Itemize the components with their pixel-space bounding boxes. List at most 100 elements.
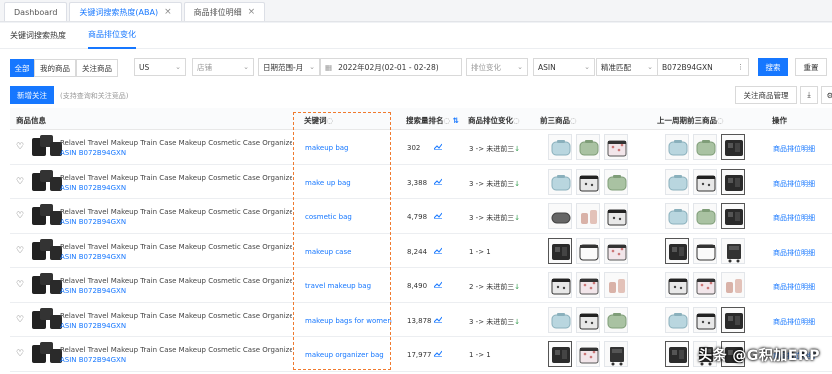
black-case-icon[interactable] [548, 341, 572, 367]
trend-chart-icon[interactable] [433, 247, 443, 254]
close-icon[interactable]: × [248, 7, 256, 17]
grey-pouch-icon[interactable] [548, 203, 572, 229]
light-blue-bag-icon[interactable] [665, 203, 689, 229]
keyword-link[interactable]: cosmetic bag [305, 213, 352, 221]
search-input[interactable]: B072B94GXN ⋮ [657, 58, 749, 76]
search-button[interactable]: 搜索 [758, 58, 788, 76]
heart-icon[interactable]: ♡ [16, 212, 24, 221]
rank-detail-link[interactable]: 商品排位明细 [773, 179, 815, 189]
heart-icon[interactable]: ♡ [16, 281, 24, 290]
product-name[interactable]: Relavel Travel Makeup Train Case Makeup … [60, 139, 292, 147]
black-trolley-icon[interactable] [604, 341, 628, 367]
black-case-icon[interactable] [721, 168, 745, 195]
green-bag-icon[interactable] [604, 306, 628, 333]
white-case-icon[interactable] [576, 237, 600, 264]
black-case-icon[interactable] [548, 237, 572, 264]
scope-button[interactable]: 我的商品 [34, 59, 76, 77]
keyword-link[interactable]: makeup organizer bag [305, 351, 384, 359]
new-follow-button[interactable]: 新增关注 [10, 86, 54, 104]
pink-pattern-bag-icon[interactable] [576, 272, 600, 298]
pink-set-icon[interactable] [576, 203, 600, 229]
reset-button[interactable]: 重置 [795, 58, 827, 76]
trend-chart-icon[interactable] [433, 281, 443, 288]
green-bag-icon[interactable] [576, 134, 600, 160]
black-case-icon[interactable] [721, 203, 745, 229]
trend-chart-icon[interactable] [433, 178, 443, 185]
download-icon[interactable]: ⤓ [800, 86, 818, 104]
heart-icon[interactable]: ♡ [16, 315, 24, 324]
product-asin[interactable]: ASIN B072B94GXN [60, 287, 126, 295]
page-tab[interactable]: Dashboard [4, 2, 68, 21]
heart-icon[interactable]: ♡ [16, 350, 24, 359]
product-name[interactable]: Relavel Travel Makeup Train Case Makeup … [60, 346, 292, 354]
pink-set-icon[interactable] [721, 272, 745, 298]
trend-chart-icon[interactable] [433, 212, 443, 219]
marketplace-select[interactable]: US ⌄ [134, 58, 186, 76]
match-type-select[interactable]: 精准匹配 ⌄ [596, 58, 658, 76]
heart-icon[interactable]: ♡ [16, 246, 24, 255]
shop-select[interactable]: 店铺 ⌄ [192, 58, 254, 76]
pink-set-icon[interactable] [604, 272, 628, 298]
black-pattern-bag-icon[interactable] [548, 272, 572, 298]
product-name[interactable]: Relavel Travel Makeup Train Case Makeup … [60, 208, 292, 216]
black-pattern-bag-icon[interactable] [576, 306, 600, 333]
heart-icon[interactable]: ♡ [16, 177, 24, 186]
keyword-link[interactable]: makeup bags for women [305, 317, 392, 325]
rank-detail-link[interactable]: 商品排位明细 [773, 248, 815, 258]
green-bag-icon[interactable] [693, 203, 717, 229]
sub-tab[interactable]: 关键词搜索热度 [10, 23, 66, 49]
rank-detail-link[interactable]: 商品排位明细 [773, 282, 815, 292]
product-asin[interactable]: ASIN B072B94GXN [60, 218, 126, 226]
rank-detail-link[interactable]: 商品排位明细 [773, 144, 815, 154]
rank-detail-link[interactable]: 商品排位明细 [773, 213, 815, 223]
black-case-icon[interactable] [721, 134, 745, 160]
pink-pattern-bag-icon[interactable] [604, 134, 628, 160]
scope-button[interactable]: 关注商品 [76, 59, 118, 77]
product-name[interactable]: Relavel Travel Makeup Train Case Makeup … [60, 277, 292, 285]
product-name[interactable]: Relavel Travel Makeup Train Case Makeup … [60, 174, 292, 182]
product-asin[interactable]: ASIN B072B94GXN [60, 184, 126, 192]
heart-icon[interactable]: ♡ [16, 143, 24, 152]
green-bag-icon[interactable] [693, 134, 717, 160]
product-name[interactable]: Relavel Travel Makeup Train Case Makeup … [60, 312, 292, 320]
keyword-link[interactable]: makeup case [305, 248, 351, 256]
page-tab[interactable]: 商品排位明细 × [183, 2, 266, 21]
pink-pattern-bag-icon[interactable] [576, 341, 600, 367]
light-blue-bag-icon[interactable] [548, 168, 572, 195]
black-pattern-bag-icon[interactable] [576, 168, 600, 195]
page-tab[interactable]: 关键词搜索热度(ABA) × [69, 2, 182, 21]
keyword-link[interactable]: travel makeup bag [305, 282, 371, 290]
black-trolley-icon[interactable] [721, 237, 745, 264]
product-name[interactable]: Relavel Travel Makeup Train Case Makeup … [60, 243, 292, 251]
settings-icon[interactable]: ⚙ [821, 86, 832, 104]
black-pattern-bag-icon[interactable] [693, 306, 717, 333]
product-asin[interactable]: ASIN B072B94GXN [60, 149, 126, 157]
black-pattern-bag-icon[interactable] [665, 272, 689, 298]
product-asin[interactable]: ASIN B072B94GXN [60, 356, 126, 364]
light-blue-bag-icon[interactable] [665, 134, 689, 160]
trend-chart-icon[interactable] [433, 350, 443, 357]
light-blue-bag-icon[interactable] [548, 134, 572, 160]
date-range-type-select[interactable]: 日期范围-月 ⌄ [258, 58, 320, 76]
close-icon[interactable]: × [164, 7, 172, 17]
keyword-link[interactable]: make up bag [305, 179, 351, 187]
header-rank[interactable]: 搜索量排名◌ ⇅ [406, 115, 459, 126]
light-blue-bag-icon[interactable] [665, 306, 689, 333]
sub-tab[interactable]: 商品排位变化 [88, 23, 136, 49]
pink-pattern-bag-icon[interactable] [693, 272, 717, 298]
black-pattern-bag-icon[interactable] [604, 203, 628, 229]
scope-button[interactable]: 全部 [10, 59, 34, 77]
id-type-select[interactable]: ASIN ⌄ [533, 58, 595, 76]
black-case-icon[interactable] [721, 306, 745, 333]
date-range-picker[interactable]: ▦ 2022年02月(02-01 - 02-28) [320, 58, 462, 76]
pink-pattern-bag-icon[interactable] [604, 237, 628, 264]
light-blue-bag-icon[interactable] [665, 168, 689, 195]
keyword-link[interactable]: makeup bag [305, 144, 349, 152]
product-asin[interactable]: ASIN B072B94GXN [60, 253, 126, 261]
rank-detail-link[interactable]: 商品排位明细 [773, 317, 815, 327]
black-case-icon[interactable] [665, 237, 689, 264]
black-pattern-bag-icon[interactable] [693, 168, 717, 195]
light-blue-bag-icon[interactable] [548, 306, 572, 333]
green-bag-icon[interactable] [604, 168, 628, 195]
black-case-icon[interactable] [665, 341, 689, 367]
